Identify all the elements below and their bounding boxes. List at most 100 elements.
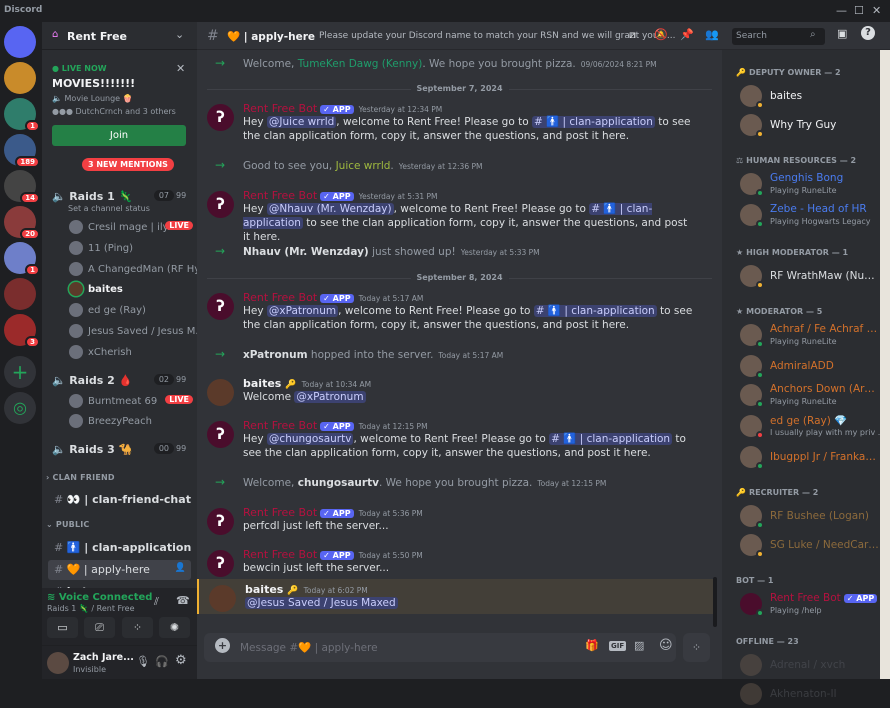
author-name[interactable]: Rent Free Bot: [243, 291, 317, 304]
mention[interactable]: @Jesus Saved / Jesus Maxed: [245, 597, 398, 609]
mention[interactable]: @Juice wrrld: [266, 116, 337, 128]
threads-icon[interactable]: ⧄: [629, 28, 636, 42]
user-link[interactable]: chungosaurtv: [298, 477, 379, 489]
voice-channel[interactable]: 🔈 Raids 3 🐪 00: [52, 443, 192, 456]
voice-user[interactable]: Jesus Saved / Jesus M...: [69, 324, 205, 338]
help-icon[interactable]: ?: [861, 26, 875, 40]
headphones-icon[interactable]: 🎧: [155, 655, 169, 668]
channel-item[interactable]: # 🚹 | clan-application: [48, 538, 191, 558]
channel-item[interactable]: # 🧡 | apply-here 👤: [48, 560, 191, 580]
member-item[interactable]: Why Try Guy: [722, 111, 880, 139]
camera-button[interactable]: ▭: [47, 617, 78, 638]
member-item[interactable]: ed ge (Ray) 💎 I usually play with my priv…: [722, 412, 885, 440]
pinned-icon[interactable]: 📌: [680, 28, 694, 41]
member-item[interactable]: Genghis Bong Playing RuneLite: [722, 170, 880, 198]
user-link[interactable]: TumeKen Dawg (Kenny): [298, 58, 423, 70]
screen-share-button[interactable]: ⎚: [84, 617, 115, 638]
member-item[interactable]: RF Bushee (Logan): [722, 502, 880, 530]
discover-icon[interactable]: ◎: [4, 392, 36, 424]
channel-topic[interactable]: Please update your Discord name to match…: [319, 31, 675, 41]
settings-gear-icon[interactable]: ⚙: [175, 653, 187, 668]
avatar[interactable]: ʔ: [207, 421, 234, 448]
mute-notifications-icon[interactable]: 🔕: [654, 28, 668, 41]
add-member-icon[interactable]: 👤: [175, 563, 186, 573]
message-input[interactable]: Message #🧡 | apply-here: [240, 641, 378, 654]
avatar[interactable]: [209, 585, 236, 612]
member-item[interactable]: baites: [722, 82, 880, 110]
voice-user[interactable]: BreezyPeach: [69, 414, 189, 429]
avatar[interactable]: [47, 652, 69, 674]
activities-button[interactable]: ⁘: [122, 617, 153, 638]
server-icon[interactable]: [4, 62, 36, 94]
voice-user[interactable]: 11 (Ping): [69, 240, 189, 255]
sticker-icon[interactable]: ▨: [634, 639, 644, 652]
author-name[interactable]: baites: [245, 583, 283, 596]
voice-connected-status[interactable]: ≋ Voice Connected: [47, 592, 152, 603]
mention[interactable]: # 🚹 | clan-application: [531, 116, 655, 128]
member-item[interactable]: SG Luke / NeedCarry...: [722, 531, 880, 559]
server-icon[interactable]: 1: [4, 98, 40, 132]
voice-user[interactable]: ed ge (Ray): [69, 303, 189, 318]
channel-item[interactable]: # 👀 | clan-friend-chat: [48, 490, 191, 510]
voice-channel[interactable]: 🔈 Raids 1 🦎 07: [52, 190, 192, 203]
close-window-button[interactable]: ✕: [872, 4, 881, 17]
inbox-icon[interactable]: ▣: [837, 27, 847, 40]
home-button[interactable]: [4, 26, 36, 58]
voice-user[interactable]: Cresil mage | ily... LIVE: [69, 220, 193, 234]
server-header[interactable]: ⌂ Rent Free ⌄: [42, 22, 197, 50]
member-item[interactable]: Ibugppl Jr / Frankana...: [722, 443, 880, 471]
voice-channel[interactable]: 🔈 Raids 2 🩸 02: [52, 373, 192, 387]
category-header[interactable]: › CLAN FRIEND: [46, 473, 115, 482]
member-item[interactable]: Rent Free Bot ✓ APP Playing /help: [722, 590, 880, 618]
mention[interactable]: @xPatronum: [266, 305, 339, 317]
message-composer[interactable]: + Message #🧡 | apply-here 🎁 GIF ▨ ☺: [204, 633, 676, 662]
category-header[interactable]: ⌄ PUBLIC: [46, 520, 90, 529]
join-button[interactable]: Join: [52, 125, 186, 146]
author-name[interactable]: Rent Free Bot: [243, 189, 317, 202]
noise-suppression-icon[interactable]: ⫽: [154, 595, 159, 609]
dismiss-live-button[interactable]: ✕: [176, 62, 185, 75]
avatar[interactable]: ʔ: [207, 293, 234, 320]
avatar[interactable]: [207, 379, 234, 406]
avatar[interactable]: ʔ: [207, 550, 234, 577]
search-input[interactable]: Search ⌕: [732, 28, 825, 45]
voice-location[interactable]: Raids 1 🦎 / Rent Free: [47, 604, 135, 613]
microphone-icon[interactable]: 🎙: [136, 655, 150, 668]
author-name[interactable]: Rent Free Bot: [243, 419, 317, 432]
server-icon[interactable]: 1: [4, 242, 40, 276]
voice-user[interactable]: Burntmeat 69 LIVE: [69, 393, 193, 408]
disconnect-icon[interactable]: ☎: [176, 594, 190, 607]
member-item[interactable]: Akhenaton-II: [722, 680, 880, 708]
mention[interactable]: # 🚹 | clan-application: [549, 433, 673, 445]
upload-plus-icon[interactable]: +: [215, 638, 230, 653]
emoji-icon[interactable]: ☺: [659, 638, 673, 653]
avatar[interactable]: ʔ: [207, 104, 234, 131]
avatar[interactable]: ʔ: [207, 508, 234, 535]
member-item[interactable]: Anchors Down (Arche... Playing RuneLite: [722, 381, 880, 409]
user-link[interactable]: xPatronum: [243, 349, 308, 361]
member-item[interactable]: Zebe - Head of HR Playing Hogwarts Legacy: [722, 201, 880, 229]
server-icon[interactable]: 189: [4, 134, 40, 168]
minimize-button[interactable]: —: [836, 4, 847, 17]
apps-button[interactable]: ⁘: [683, 633, 710, 662]
member-item[interactable]: Achraf / Fe Achraf (A... Playing RuneLite: [722, 321, 880, 349]
member-list-icon[interactable]: 👥: [705, 28, 719, 41]
mention[interactable]: # 🚹 | clan-application: [533, 305, 657, 317]
mention[interactable]: @Nhauv (Mr. Wenzday): [266, 203, 394, 215]
new-mentions-pill[interactable]: 3 NEW MENTIONS: [82, 158, 174, 171]
member-item[interactable]: RF WrathMaw (Nubbe...: [722, 262, 880, 290]
gift-icon[interactable]: 🎁: [585, 639, 599, 652]
voice-user[interactable]: xCherish: [69, 344, 189, 359]
maximize-button[interactable]: ☐: [854, 4, 864, 17]
mention[interactable]: @xPatronum: [294, 391, 366, 403]
author-name[interactable]: Rent Free Bot: [243, 548, 317, 561]
server-icon[interactable]: 20: [4, 206, 40, 240]
add-server-button[interactable]: +: [4, 356, 36, 388]
voice-user[interactable]: baites: [69, 282, 189, 297]
author-name[interactable]: Rent Free Bot: [243, 506, 317, 519]
chat-scrollbar[interactable]: [713, 577, 717, 627]
soundboard-button[interactable]: ✺: [159, 617, 190, 638]
server-icon[interactable]: 3: [4, 314, 40, 348]
author-name[interactable]: baites: [243, 377, 281, 390]
user-link[interactable]: Juice wrrld: [336, 160, 391, 172]
